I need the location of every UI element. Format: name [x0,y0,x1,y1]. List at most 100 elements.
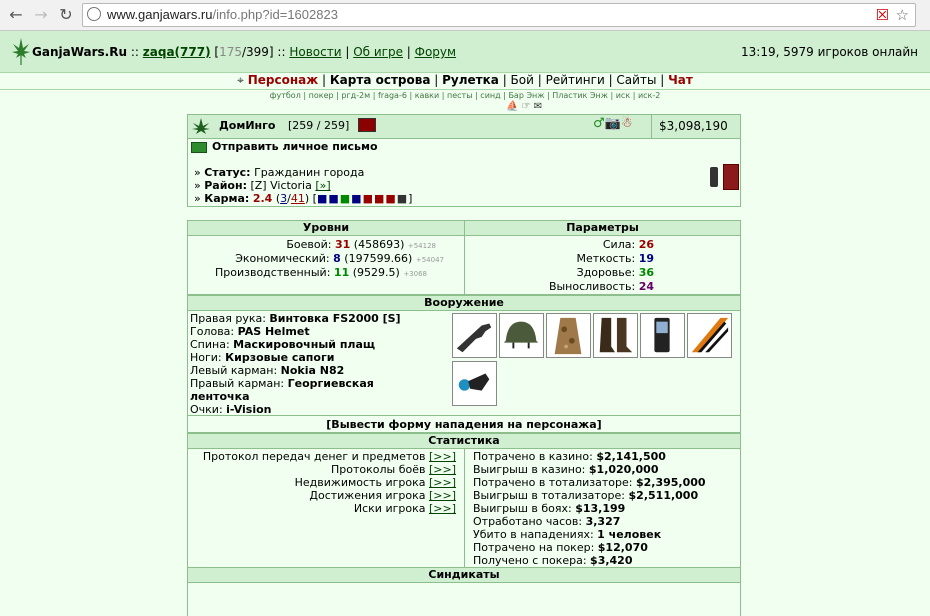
sub-fraga[interactable]: fraga-6 [378,91,407,100]
menu-ratings[interactable]: Рейтинги [546,73,605,87]
menu-map[interactable]: Карта острова [330,73,431,87]
stat-hours: Отработано часов: 3,327 [473,515,621,528]
money-value: $3,098,190 [659,119,728,133]
header-line: GanjaWars.Ru :: zaqa(777) [175/399] :: Н… [32,45,457,59]
stat-battle-won: Выигрыш в боях: $13,199 [473,502,626,515]
slot-head: Голова: PAS Helmet [190,325,310,338]
sub-pesty[interactable]: песты [447,91,473,100]
boat-icon[interactable]: ⛵ [506,101,518,112]
rifle-icon[interactable] [452,313,497,358]
menu-chat[interactable]: Чат [668,73,693,87]
stat-poker-won: Получено с покера: $3,420 [473,554,633,567]
about-link[interactable]: Об игре [353,45,403,59]
boots-icon[interactable] [593,313,638,358]
menu-battle[interactable]: Бой [511,73,534,87]
person-icon: ☃ [620,116,633,131]
property-link[interactable]: [>>] [429,476,456,489]
levels-title: Уровни [188,221,464,236]
player-name: ДомИнго [219,119,276,132]
stat-casino-won: Выигрыш в казино: $1,020,000 [473,463,659,476]
sub-rgd[interactable]: ргд-2м [341,91,370,100]
phone-item-icon[interactable] [640,313,685,358]
passport-icon [723,164,739,190]
attack-form-link[interactable]: [Вывести форму нападения на персонажа] [188,418,740,431]
level-production: Производственный: 11 (9529.5) +3068 [214,266,427,279]
sub-synd[interactable]: синд [480,91,500,100]
syndicates-title: Синдикаты [188,568,740,583]
slot-right-pocket: Правый карман: Георгиевская ленточка [190,377,374,403]
send-message-link[interactable]: Отправить личное письмо [212,140,378,153]
leaf-icon [12,38,30,65]
param-strength: Сила: 26 [602,238,654,251]
sub-kavki[interactable]: кавки [415,91,439,100]
achievements-link[interactable]: [>>] [429,489,456,502]
forward-icon[interactable]: → [31,5,51,25]
stat-casino-spent: Потрачено в казино: $2,141,500 [473,450,666,463]
stats-panel: Статистика Протокол передач денег и пред… [187,433,741,569]
weapons-title: Вооружение [188,295,740,311]
helmet-icon[interactable] [499,313,544,358]
karma-minus-link[interactable]: 41 [291,192,305,205]
sub-isk2[interactable]: иск-2 [638,91,660,100]
stat-battle-log: Протоколы боёв [>>] [330,463,456,476]
sub-isk[interactable]: иск [616,91,630,100]
cloak-icon[interactable] [546,313,591,358]
address-bar[interactable]: www.ganjawars.ru/info.php?id=1602823 ☒ ☆ [82,3,916,27]
syndicates-panel: Синдикаты [187,567,741,616]
district-link[interactable]: [»] [315,179,330,192]
slot-legs: Ноги: Кирзовые сапоги [190,351,335,364]
news-link[interactable]: Новости [289,45,341,59]
sub-bar[interactable]: Бар Энж [508,91,544,100]
back-icon[interactable]: ← [6,5,26,25]
stats-title: Статистика [188,434,740,449]
lawsuits-link[interactable]: [>>] [429,502,456,515]
male-icon: ♂ [593,116,605,131]
browser-toolbar: ← → ↻ www.ganjawars.ru/info.php?id=16028… [0,0,930,31]
gun-icon: ⌖ [237,73,244,87]
menu-roulette[interactable]: Рулетка [442,73,499,87]
sub-menu: футбол | покер | ргд-2м | fraga-6 | кавк… [269,91,661,100]
hand-icon[interactable]: ☞ [522,101,531,112]
param-stamina: Выносливость: 24 [548,280,654,293]
globe-icon [87,7,101,21]
battle-log-link[interactable]: [>>] [429,463,456,476]
param-health: Здоровье: 36 [576,266,654,279]
sub-plastic[interactable]: Пластик Энж [552,91,608,100]
stat-lawsuits: Иски игрока [>>] [353,502,456,515]
item-icons: ♂📷☃ [593,116,633,131]
small-icons: ⛵ ☞ ✉ [506,101,542,112]
main-menu: ⌖ Персонаж | Карта острова | Рулетка | Б… [0,73,930,90]
reload-icon[interactable]: ↻ [56,5,76,25]
star-icon[interactable]: ☆ [896,6,909,24]
leaf-icon [192,118,210,134]
stat-toto-spent: Потрачено в тотализаторе: $2,395,000 [473,476,706,489]
camera-icon: 📷 [604,116,621,131]
sub-football[interactable]: футбол [270,91,301,100]
stat-money-log: Протокол передач денег и предметов [>>] [202,450,456,463]
slot-left-pocket: Левый карман: Nokia N82 [190,364,345,377]
money-log-link[interactable]: [>>] [429,450,456,463]
stat-toto-won: Выигрыш в тотализаторе: $2,511,000 [473,489,699,502]
params-title: Параметры [465,221,740,236]
stat-property: Недвижимость игрока [>>] [294,476,456,489]
site-header: GanjaWars.Ru :: zaqa(777) [175/399] :: Н… [0,31,930,73]
slot-right-hand: Правая рука: Винтовка FS2000 [S] [190,312,401,325]
flag-icon [358,118,376,132]
mail-icon[interactable]: ✉ [534,101,542,112]
menu-sites[interactable]: Сайты [616,73,656,87]
ribbon-icon[interactable] [687,313,732,358]
param-accuracy: Меткость: 19 [576,252,655,265]
stat-poker-spent: Потрачено на покер: $12,070 [473,541,648,554]
level-combat: Боевой: 31 (458693) +54128 [286,238,436,251]
online-status: 13:19, 5979 игроков онлайн [741,45,918,59]
karma-bar: ■■■■■■■■ [316,192,409,205]
forum-link[interactable]: Форум [415,45,456,59]
sub-poker[interactable]: покер [309,91,334,100]
envelope-icon [191,142,207,153]
player-hp: [259 / 259] [288,119,350,132]
stop-icon[interactable]: ☒ [876,6,889,24]
vision-icon[interactable] [452,361,497,406]
user-link[interactable]: zaqa(777) [143,45,211,59]
phone-icon [710,167,718,187]
menu-character[interactable]: Персонаж [248,73,318,87]
